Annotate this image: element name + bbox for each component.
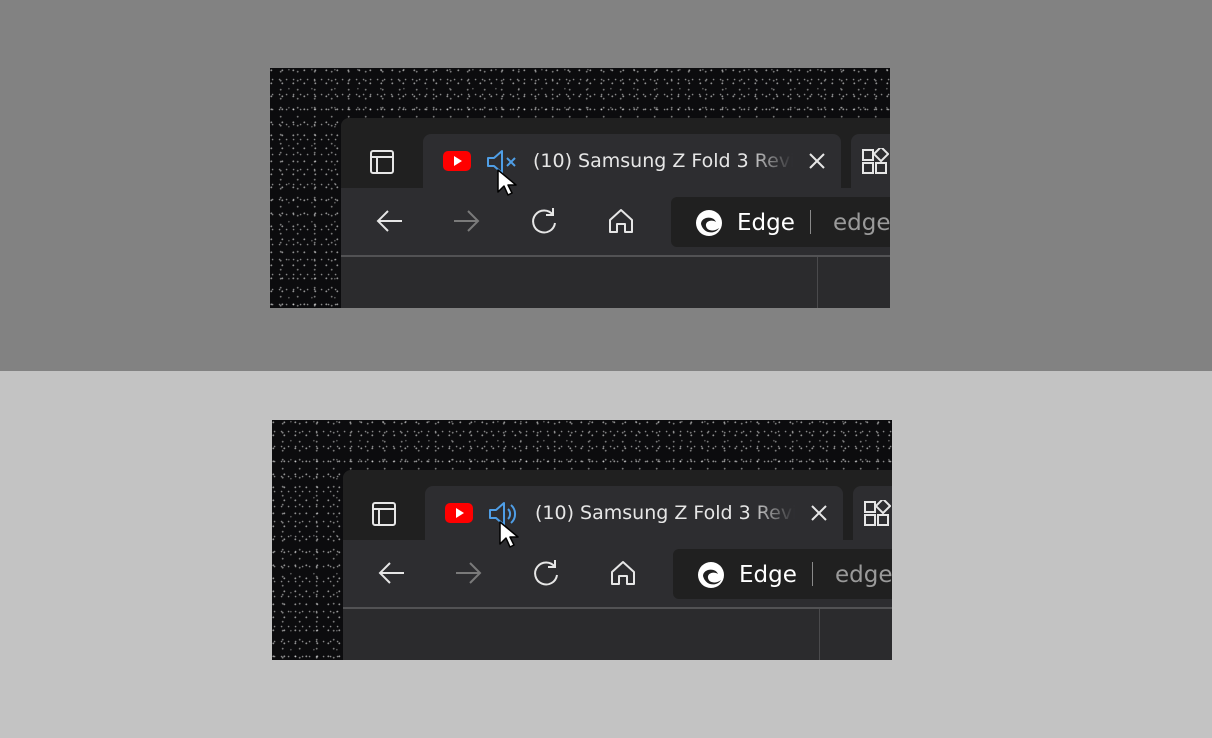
edge-logo-icon xyxy=(696,210,722,236)
youtube-icon xyxy=(445,503,473,523)
tab-actions-icon[interactable] xyxy=(369,149,395,175)
tab-actions-icon[interactable] xyxy=(371,501,397,527)
tab-title: (10) Samsung Z Fold 3 Review xyxy=(535,502,795,524)
next-tab[interactable] xyxy=(853,486,892,540)
browser-window: (10) Samsung Z Fold 3 Review xyxy=(341,118,890,308)
page-content xyxy=(343,609,892,660)
refresh-icon[interactable] xyxy=(531,558,561,588)
apps-icon xyxy=(864,500,891,526)
forward-arrow-icon[interactable] xyxy=(451,206,481,236)
navigation-toolbar: Edge edge: xyxy=(341,188,890,257)
home-icon[interactable] xyxy=(608,558,638,588)
active-tab[interactable]: (10) Samsung Z Fold 3 Review xyxy=(425,486,843,540)
back-arrow-icon[interactable] xyxy=(377,558,407,588)
address-separator xyxy=(812,562,813,586)
refresh-icon[interactable] xyxy=(529,206,559,236)
navigation-toolbar: Edge edge: xyxy=(343,540,892,609)
next-tab[interactable] xyxy=(851,134,890,188)
home-icon[interactable] xyxy=(606,206,636,236)
content-divider xyxy=(817,257,818,308)
active-tab[interactable]: (10) Samsung Z Fold 3 Review xyxy=(423,134,841,188)
apps-icon xyxy=(862,148,889,174)
address-bar-label: Edge xyxy=(739,562,797,588)
screenshot-playing-tab: (10) Samsung Z Fold 3 Review xyxy=(272,420,892,660)
address-bar[interactable]: Edge edge: xyxy=(671,197,890,247)
address-separator xyxy=(810,210,811,234)
close-icon[interactable] xyxy=(807,501,831,525)
tab-strip: (10) Samsung Z Fold 3 Review xyxy=(341,118,890,196)
address-bar[interactable]: Edge edge: xyxy=(673,549,892,599)
tab-title: (10) Samsung Z Fold 3 Review xyxy=(533,150,793,172)
youtube-icon xyxy=(443,151,471,171)
screenshot-muted-tab: (10) Samsung Z Fold 3 Review xyxy=(270,68,890,308)
mouse-cursor-icon xyxy=(497,169,517,196)
page-content xyxy=(341,257,890,308)
mouse-cursor-icon xyxy=(499,521,519,548)
address-bar-label: Edge xyxy=(737,210,795,236)
close-icon[interactable] xyxy=(805,149,829,173)
back-arrow-icon[interactable] xyxy=(375,206,405,236)
forward-arrow-icon[interactable] xyxy=(453,558,483,588)
tab-strip: (10) Samsung Z Fold 3 Review xyxy=(343,470,892,548)
address-url: edge: xyxy=(835,562,892,588)
edge-logo-icon xyxy=(698,562,724,588)
address-url: edge: xyxy=(833,210,890,236)
content-divider xyxy=(819,609,820,660)
browser-window: (10) Samsung Z Fold 3 Review xyxy=(343,470,892,660)
